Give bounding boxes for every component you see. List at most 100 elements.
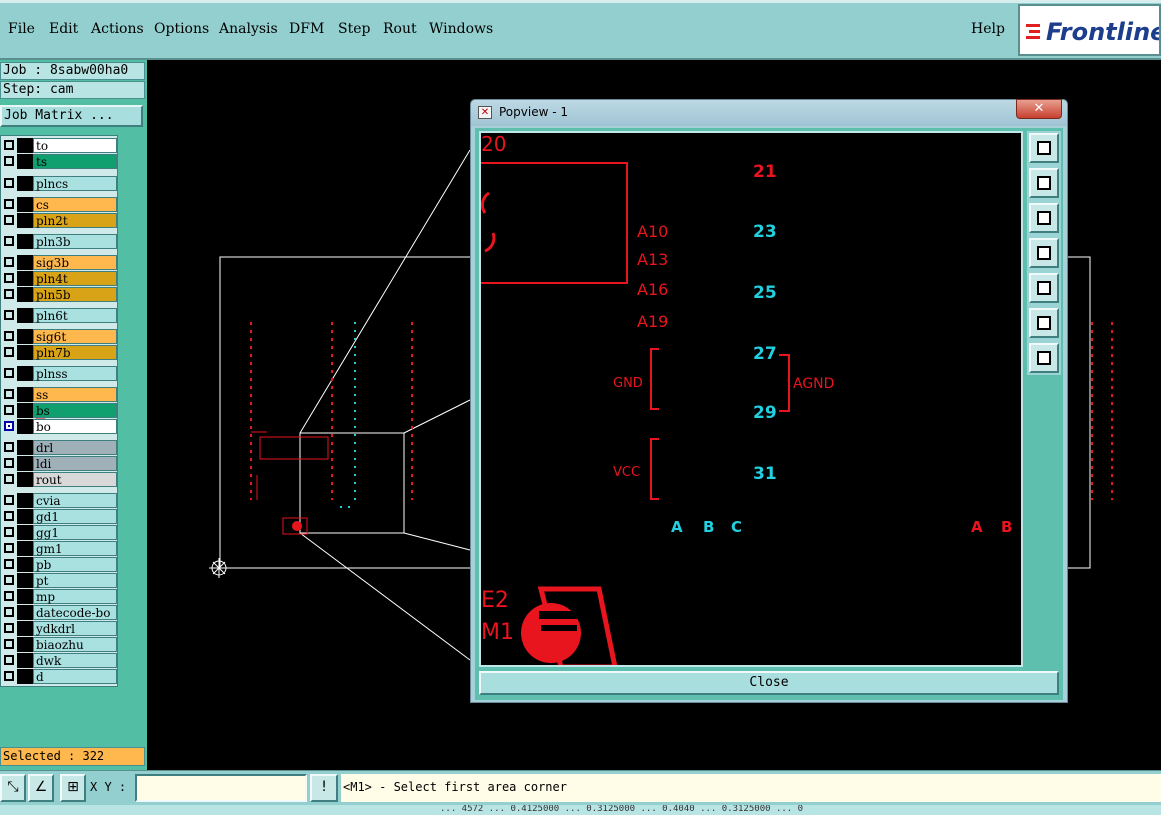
layer-checkbox[interactable] bbox=[4, 405, 14, 415]
layer-color-swatch[interactable] bbox=[17, 308, 33, 323]
layer-name[interactable]: plncs bbox=[33, 176, 117, 191]
layer-checkbox[interactable] bbox=[4, 289, 14, 299]
xy-input[interactable] bbox=[135, 774, 307, 802]
menu-edit[interactable]: Edit bbox=[49, 21, 78, 37]
layer-color-swatch[interactable] bbox=[17, 213, 33, 228]
layer-color-swatch[interactable] bbox=[17, 653, 33, 668]
layer-name[interactable]: ss bbox=[33, 387, 117, 402]
layer-name[interactable]: ldi bbox=[33, 456, 117, 471]
layer-checkbox[interactable] bbox=[4, 199, 14, 209]
layer-name[interactable]: pln2t bbox=[33, 213, 117, 228]
layer-color-swatch[interactable] bbox=[17, 589, 33, 604]
layer-row-bs[interactable]: bs bbox=[1, 403, 117, 418]
layer-row-ldi[interactable]: ldi bbox=[1, 456, 117, 471]
pan-down-icon[interactable] bbox=[1029, 203, 1059, 233]
layer-color-swatch[interactable] bbox=[17, 440, 33, 455]
layer-name[interactable]: d bbox=[33, 669, 117, 684]
layer-row-rout[interactable]: rout bbox=[1, 472, 117, 487]
layer-checkbox[interactable] bbox=[4, 156, 14, 166]
layer-color-swatch[interactable] bbox=[17, 345, 33, 360]
layer-row-ydkdrl[interactable]: ydkdrl bbox=[1, 621, 117, 636]
popview-canvas[interactable]: 20 A10 A13 A16 A19 GND AGND VCC E2 M1 21… bbox=[479, 131, 1023, 667]
layer-color-swatch[interactable] bbox=[17, 573, 33, 588]
pan-up-icon[interactable] bbox=[1029, 168, 1059, 198]
layer-checkbox[interactable] bbox=[4, 591, 14, 601]
layer-checkbox[interactable] bbox=[4, 575, 14, 585]
layer-checkbox[interactable] bbox=[4, 655, 14, 665]
layer-name[interactable]: pln5b bbox=[33, 287, 117, 302]
layer-row-dwk[interactable]: dwk bbox=[1, 653, 117, 668]
layer-name[interactable]: plnss bbox=[33, 366, 117, 381]
layer-color-swatch[interactable] bbox=[17, 621, 33, 636]
menu-windows[interactable]: Windows bbox=[429, 21, 493, 37]
layer-name[interactable]: bo bbox=[33, 419, 117, 434]
layer-checkbox[interactable] bbox=[4, 310, 14, 320]
layer-name[interactable]: to bbox=[33, 138, 117, 153]
layer-row-sig6t[interactable]: sig6t bbox=[1, 329, 117, 344]
layer-color-swatch[interactable] bbox=[17, 472, 33, 487]
layer-checkbox[interactable] bbox=[4, 347, 14, 357]
layer-name[interactable]: cs bbox=[33, 197, 117, 212]
layer-checkbox[interactable] bbox=[4, 495, 14, 505]
layer-color-swatch[interactable] bbox=[17, 138, 33, 153]
layer-row-pln6t[interactable]: pln6t bbox=[1, 308, 117, 323]
layer-row-d[interactable]: d bbox=[1, 669, 117, 684]
layer-name[interactable]: rout bbox=[33, 472, 117, 487]
menu-actions[interactable]: Actions bbox=[91, 21, 144, 37]
layer-row-pt[interactable]: pt bbox=[1, 573, 117, 588]
layer-color-swatch[interactable] bbox=[17, 387, 33, 402]
layer-checkbox[interactable] bbox=[4, 639, 14, 649]
layer-color-swatch[interactable] bbox=[17, 493, 33, 508]
angle-icon[interactable]: ∠ bbox=[28, 774, 54, 802]
menu-dfm[interactable]: DFM bbox=[289, 21, 324, 37]
layer-row-mp[interactable]: mp bbox=[1, 589, 117, 604]
popview-titlebar[interactable]: ✕ Popview - 1 ✕ bbox=[471, 99, 1067, 126]
layer-color-swatch[interactable] bbox=[17, 366, 33, 381]
layer-name[interactable]: pln7b bbox=[33, 345, 117, 360]
layer-name[interactable]: pb bbox=[33, 557, 117, 572]
job-matrix-button[interactable]: Job Matrix ... bbox=[0, 105, 143, 127]
layer-name[interactable]: sig3b bbox=[33, 255, 117, 270]
layer-row-pln2t[interactable]: pln2t bbox=[1, 213, 117, 228]
layer-checkbox[interactable] bbox=[4, 559, 14, 569]
layer-checkbox[interactable] bbox=[4, 623, 14, 633]
layer-row-pln3b[interactable]: pln3b bbox=[1, 234, 117, 249]
layer-color-swatch[interactable] bbox=[17, 669, 33, 684]
window-close-icon[interactable]: ✕ bbox=[1016, 99, 1062, 119]
layer-color-swatch[interactable] bbox=[17, 456, 33, 471]
layer-row-to[interactable]: to bbox=[1, 138, 117, 153]
layer-color-swatch[interactable] bbox=[17, 605, 33, 620]
layer-name[interactable]: cvia bbox=[33, 493, 117, 508]
pan-left-icon[interactable] bbox=[1029, 238, 1059, 268]
measure-icon[interactable]: ⤡ bbox=[0, 774, 26, 802]
layer-row-ss[interactable]: ss bbox=[1, 387, 117, 402]
layer-color-swatch[interactable] bbox=[17, 417, 47, 434]
layer-color-swatch[interactable] bbox=[17, 329, 33, 344]
menu-options[interactable]: Options bbox=[154, 21, 209, 37]
layer-checkbox[interactable] bbox=[4, 671, 14, 681]
layer-checkbox[interactable] bbox=[4, 331, 14, 341]
layer-checkbox[interactable] bbox=[4, 273, 14, 283]
layer-name[interactable]: pln6t bbox=[33, 308, 117, 323]
layer-color-swatch[interactable] bbox=[17, 403, 33, 418]
layer-row-cs[interactable]: cs bbox=[1, 197, 117, 212]
menu-rout[interactable]: Rout bbox=[383, 21, 417, 37]
layer-color-swatch[interactable] bbox=[17, 287, 33, 302]
layer-name[interactable]: gm1 bbox=[33, 541, 117, 556]
layer-row-plncs[interactable]: plncs bbox=[1, 176, 117, 191]
zoom-in-icon[interactable] bbox=[1029, 308, 1059, 338]
layer-color-swatch[interactable] bbox=[17, 525, 33, 540]
layer-checkbox[interactable] bbox=[4, 511, 14, 521]
layer-row-pln4t[interactable]: pln4t bbox=[1, 271, 117, 286]
pan-right-icon[interactable] bbox=[1029, 273, 1059, 303]
layer-color-swatch[interactable] bbox=[17, 255, 33, 270]
layer-name[interactable]: datecode-bo bbox=[33, 605, 117, 620]
layer-row-gm1[interactable]: gm1 bbox=[1, 541, 117, 556]
layer-row-bo[interactable]: bo bbox=[1, 417, 117, 434]
layer-color-swatch[interactable] bbox=[17, 197, 33, 212]
layer-checkbox[interactable] bbox=[4, 527, 14, 537]
layer-checkbox[interactable] bbox=[4, 257, 14, 267]
layer-color-swatch[interactable] bbox=[17, 557, 33, 572]
layer-name[interactable]: pln4t bbox=[33, 271, 117, 286]
layer-row-cvia[interactable]: cvia bbox=[1, 493, 117, 508]
